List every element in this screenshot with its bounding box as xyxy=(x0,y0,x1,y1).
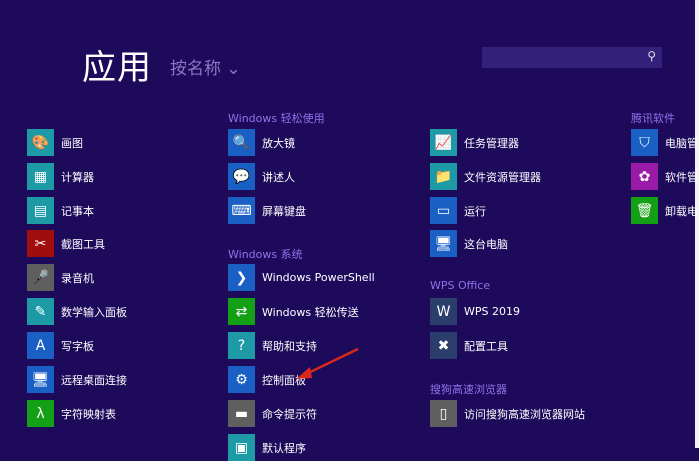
sound-recorder-icon: 🎤 xyxy=(27,264,54,291)
app-tile[interactable]: ▬ 命令提示符 xyxy=(228,400,317,427)
app-label: 画图 xyxy=(61,136,83,150)
app-label: 数学输入面板 xyxy=(61,305,127,319)
app-label: 电脑管 xyxy=(665,136,698,150)
app-label: 远程桌面连接 xyxy=(61,373,127,387)
app-tile[interactable]: 🗑 卸载电 xyxy=(631,197,698,224)
app-tile[interactable]: ⇄ Windows 轻松传送 xyxy=(228,298,359,325)
app-tile[interactable]: W WPS 2019 xyxy=(430,298,520,325)
app-label: 录音机 xyxy=(61,271,94,285)
group-header[interactable]: 搜狗高速浏览器 xyxy=(430,381,507,397)
calculator-icon: ▦ xyxy=(27,163,54,190)
config-tool-icon: ✖ xyxy=(430,332,457,359)
app-tile[interactable]: λ 字符映射表 xyxy=(27,400,116,427)
app-tile[interactable]: ▭ 运行 xyxy=(430,197,486,224)
character-map-icon: λ xyxy=(27,400,54,427)
narrator-icon: 💬 xyxy=(228,163,255,190)
app-label: Windows PowerShell xyxy=(262,271,375,284)
app-tile[interactable]: 📁 文件资源管理器 xyxy=(430,163,541,190)
window-border xyxy=(695,0,699,448)
group-header[interactable]: Windows 系统 xyxy=(228,246,303,262)
app-tile[interactable]: ✂ 截图工具 xyxy=(27,230,105,257)
pc-manager-icon: ⛉ xyxy=(631,129,658,156)
group-header[interactable]: Windows 轻松使用 xyxy=(228,110,325,126)
app-label: 文件资源管理器 xyxy=(464,170,541,184)
app-tile[interactable]: 💬 讲述人 xyxy=(228,163,295,190)
powershell-icon: ❯ xyxy=(228,264,255,291)
run-icon: ▭ xyxy=(430,197,457,224)
app-label: 运行 xyxy=(464,204,486,218)
app-label: 截图工具 xyxy=(61,237,105,251)
sort-dropdown[interactable]: 按名称 ⌄ xyxy=(170,54,241,79)
snipping-tool-icon: ✂ xyxy=(27,230,54,257)
uninstall-icon: 🗑 xyxy=(631,197,658,224)
app-label: 访问搜狗高速浏览器网站 xyxy=(464,407,585,421)
notepad-icon: ▤ xyxy=(27,197,54,224)
app-tile[interactable]: 🎤 录音机 xyxy=(27,264,94,291)
app-tile[interactable]: ⚙ 控制面板 xyxy=(228,366,306,393)
app-label: Windows 轻松传送 xyxy=(262,305,359,319)
remote-desktop-icon: 🖥 xyxy=(27,366,54,393)
wps-icon: W xyxy=(430,298,457,325)
app-label: 控制面板 xyxy=(262,373,306,387)
chevron-down-icon: ⌄ xyxy=(226,59,241,79)
paint-icon: 🎨 xyxy=(27,129,54,156)
app-label: 屏幕键盘 xyxy=(262,204,306,218)
page-title: 应用 xyxy=(82,48,152,88)
this-pc-icon: 🖥 xyxy=(430,230,457,257)
app-label: 软件管 xyxy=(665,170,698,184)
app-tile[interactable]: 🔍 放大镜 xyxy=(228,129,295,156)
app-tile[interactable]: ▤ 记事本 xyxy=(27,197,94,224)
app-tile[interactable]: ✖ 配置工具 xyxy=(430,332,508,359)
app-tile[interactable]: 🖥 这台电脑 xyxy=(430,230,508,257)
app-tile[interactable]: ✿ 软件管 xyxy=(631,163,698,190)
app-label: 字符映射表 xyxy=(61,407,116,421)
app-tile[interactable]: ▦ 计算器 xyxy=(27,163,94,190)
math-input-icon: ✎ xyxy=(27,298,54,325)
app-label: 任务管理器 xyxy=(464,136,519,150)
app-label: 写字板 xyxy=(61,339,94,353)
task-manager-icon: 📈 xyxy=(430,129,457,156)
app-tile[interactable]: ? 帮助和支持 xyxy=(228,332,317,359)
file-explorer-icon: 📁 xyxy=(430,163,457,190)
sort-label: 按名称 xyxy=(170,59,221,79)
app-label: 记事本 xyxy=(61,204,94,218)
wordpad-icon: A xyxy=(27,332,54,359)
magnifier-icon: 🔍 xyxy=(228,129,255,156)
app-tile[interactable]: ⛉ 电脑管 xyxy=(631,129,698,156)
app-tile[interactable]: ✎ 数学输入面板 xyxy=(27,298,127,325)
control-panel-icon: ⚙ xyxy=(228,366,255,393)
app-tile[interactable]: A 写字板 xyxy=(27,332,94,359)
app-tile[interactable]: ▯ 访问搜狗高速浏览器网站 xyxy=(430,400,585,427)
app-label: 卸载电 xyxy=(665,204,698,218)
app-tile[interactable]: 🖥 远程桌面连接 xyxy=(27,366,127,393)
document-icon: ▯ xyxy=(430,400,457,427)
app-label: 帮助和支持 xyxy=(262,339,317,353)
app-tile[interactable]: ⌨ 屏幕键盘 xyxy=(228,197,306,224)
command-prompt-icon: ▬ xyxy=(228,400,255,427)
search-input[interactable]: ⚲ xyxy=(482,47,662,68)
app-tile[interactable]: 📈 任务管理器 xyxy=(430,129,519,156)
group-header[interactable]: 腾讯软件 xyxy=(631,110,675,126)
easy-transfer-icon: ⇄ xyxy=(228,298,255,325)
software-manager-icon: ✿ xyxy=(631,163,658,190)
app-label: 讲述人 xyxy=(262,170,295,184)
app-tile[interactable]: 🎨 画图 xyxy=(27,129,83,156)
on-screen-keyboard-icon: ⌨ xyxy=(228,197,255,224)
app-label: 这台电脑 xyxy=(464,237,508,251)
app-label: WPS 2019 xyxy=(464,305,520,318)
app-label: 放大镜 xyxy=(262,136,295,150)
app-label: 命令提示符 xyxy=(262,407,317,421)
app-tile[interactable]: ❯ Windows PowerShell xyxy=(228,264,375,291)
app-label: 计算器 xyxy=(61,170,94,184)
help-icon: ? xyxy=(228,332,255,359)
group-header[interactable]: WPS Office xyxy=(430,279,490,292)
search-icon[interactable]: ⚲ xyxy=(647,49,656,63)
app-label: 配置工具 xyxy=(464,339,508,353)
